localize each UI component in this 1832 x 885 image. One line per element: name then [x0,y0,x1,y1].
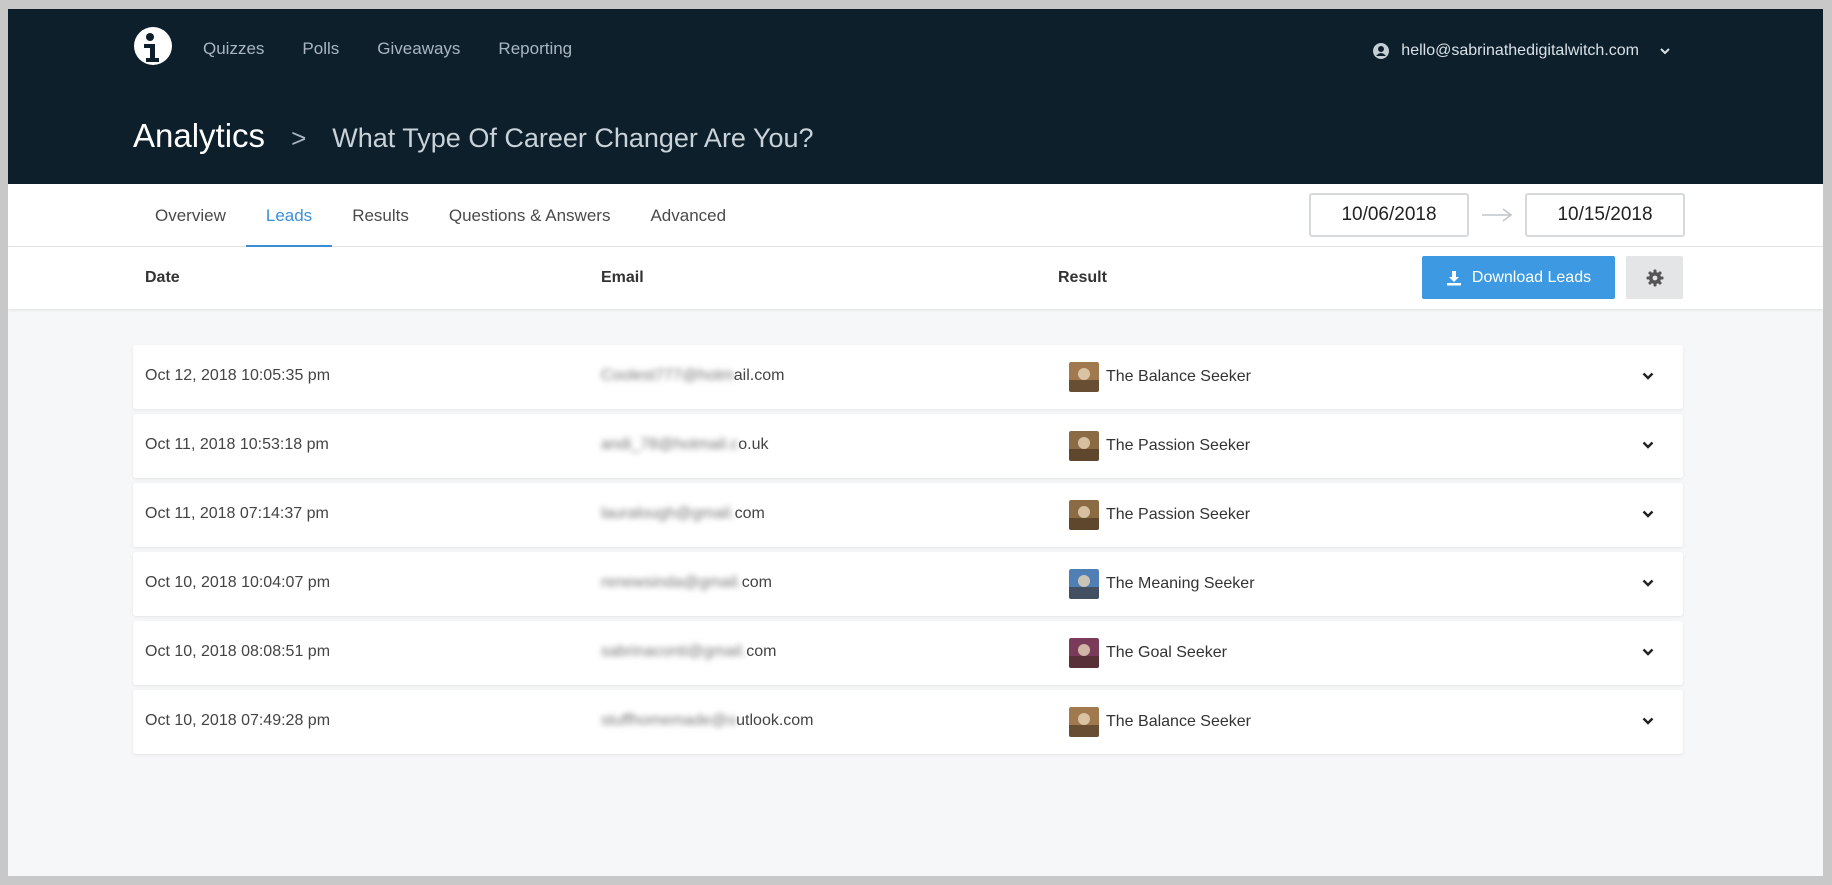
lead-result-label: The Passion Seeker [1106,437,1251,454]
lead-date: Oct 10, 2018 10:04:07 pm [145,574,331,591]
lead-email: lauralough@gmail.com [601,505,765,523]
start-date-field[interactable]: 10/06/2018 [1309,193,1469,237]
lead-email: Coolest777@hotmail.com [601,367,784,385]
info-logo-icon[interactable] [133,26,173,66]
lead-result-label: The Balance Seeker [1106,368,1251,385]
table-row[interactable]: Oct 10, 2018 07:49:28 pm stuffhomemade@ou… [133,690,1683,754]
result-thumbnail [1069,569,1099,599]
table-row[interactable]: Oct 11, 2018 07:14:37 pm lauralough@gmail… [133,483,1683,547]
lead-email-hidden: lauralough@gmail. [601,505,735,522]
lead-email: sabrinaconti@gmail.com [601,643,776,661]
chevron-down-icon[interactable] [1641,369,1655,383]
chevron-down-icon[interactable] [1641,714,1655,728]
end-date-field[interactable]: 10/15/2018 [1525,193,1685,237]
nav-quizzes[interactable]: Quizzes [203,39,264,59]
lead-result: The Passion Seeker [1069,500,1250,530]
settings-button[interactable] [1626,256,1683,299]
column-header-result[interactable]: Result [1058,269,1107,287]
column-header-date[interactable]: Date [145,269,180,287]
lead-result: The Goal Seeker [1069,638,1227,668]
table-row[interactable]: Oct 12, 2018 10:05:35 pm Coolest777@hotma… [133,345,1683,409]
tab-advanced[interactable]: Advanced [630,184,746,247]
breadcrumb-separator: > [291,123,307,153]
lead-result-label: The Balance Seeker [1106,713,1251,730]
table-row[interactable]: Oct 10, 2018 08:08:51 pm sabrinaconti@gma… [133,621,1683,685]
chevron-down-icon[interactable] [1659,45,1671,57]
tab-results[interactable]: Results [332,184,429,247]
lead-date: Oct 10, 2018 08:08:51 pm [145,643,331,660]
lead-date: Oct 12, 2018 10:05:35 pm [145,367,331,384]
lead-email-hidden: renewsinda@gmail. [601,574,742,591]
chevron-down-icon[interactable] [1641,507,1655,521]
tab-questions-answers[interactable]: Questions & Answers [429,184,631,247]
lead-email-visible: com [746,643,777,660]
download-icon [1446,270,1461,285]
lead-result: The Balance Seeker [1069,362,1251,392]
account-menu[interactable]: hello@sabrinathedigitalwitch.com [1373,42,1671,60]
result-thumbnail [1069,500,1099,530]
result-thumbnail [1069,638,1099,668]
lead-email-visible: ail.com [733,367,785,384]
tab-leads[interactable]: Leads [245,184,333,247]
nav-reporting[interactable]: Reporting [498,39,572,59]
lead-email: andi_78@hotmail.co.uk [601,436,768,454]
table-header: Date Email Result Download Leads [8,247,1823,309]
quiz-title: What Type Of Career Changer Are You? [332,123,814,153]
arrow-right-icon [1482,208,1513,222]
account-email[interactable]: hello@sabrinathedigitalwitch.com [1401,42,1639,60]
analytics-tabs: Overview Leads Results Questions & Answe… [135,184,746,247]
result-thumbnail [1069,431,1099,461]
lead-date: Oct 10, 2018 07:49:28 pm [145,712,331,729]
lead-result-label: The Passion Seeker [1106,506,1251,523]
result-thumbnail [1069,707,1099,737]
leads-list: Oct 12, 2018 10:05:35 pm Coolest777@hotma… [133,345,1683,759]
gear-icon [1646,269,1663,286]
lead-result-label: The Meaning Seeker [1106,575,1255,592]
lead-date: Oct 11, 2018 10:53:18 pm [145,436,329,453]
lead-email-visible: o.uk [738,436,769,453]
column-header-email[interactable]: Email [601,269,644,287]
lead-email-hidden: andi_78@hotmail.c [601,436,739,453]
lead-result: The Balance Seeker [1069,707,1251,737]
table-row[interactable]: Oct 10, 2018 10:04:07 pm renewsinda@gmail… [133,552,1683,616]
result-thumbnail [1069,362,1099,392]
app-frame: Quizzes Polls Giveaways Reporting hello@… [8,9,1823,876]
nav-giveaways[interactable]: Giveaways [377,39,460,59]
nav-polls[interactable]: Polls [302,39,339,59]
lead-email: stuffhomemade@outlook.com [601,712,814,730]
lead-result: The Meaning Seeker [1069,569,1255,599]
table-row[interactable]: Oct 11, 2018 10:53:18 pm andi_78@hotmail.… [133,414,1683,478]
lead-email-hidden: Coolest777@hotm [601,367,734,384]
chevron-down-icon[interactable] [1641,645,1655,659]
lead-email-visible: com [734,505,765,522]
lead-date: Oct 11, 2018 07:14:37 pm [145,505,329,522]
download-leads-label: Download Leads [1471,268,1592,286]
main-nav: Quizzes Polls Giveaways Reporting [203,39,572,59]
top-header: Quizzes Polls Giveaways Reporting hello@… [8,9,1823,184]
lead-result: The Passion Seeker [1069,431,1250,461]
user-circle-icon [1373,43,1390,59]
chevron-down-icon[interactable] [1641,576,1655,590]
lead-email-visible: com [741,574,772,591]
tabs-bar: Overview Leads Results Questions & Answe… [8,184,1823,247]
breadcrumb: Analytics > What Type Of Career Changer … [133,117,814,155]
tab-overview[interactable]: Overview [135,184,246,247]
download-leads-button[interactable]: Download Leads [1422,256,1615,299]
lead-email-hidden: sabrinaconti@gmail. [601,643,747,660]
date-range: 10/06/2018 10/15/2018 [1309,193,1685,237]
lead-email-hidden: stuffhomemade@o [601,712,737,729]
lead-email: renewsinda@gmail.com [601,574,772,592]
chevron-down-icon[interactable] [1641,438,1655,452]
lead-email-visible: utlook.com [736,712,814,729]
lead-result-label: The Goal Seeker [1106,644,1227,661]
page-title[interactable]: Analytics [133,117,265,155]
